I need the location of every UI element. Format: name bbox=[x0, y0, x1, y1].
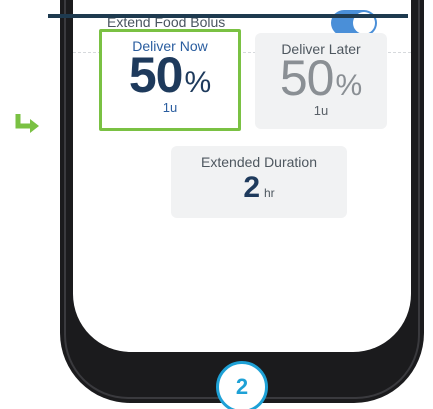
step-number-badge: 2 bbox=[216, 361, 268, 409]
deliver-later-units: 1u bbox=[313, 103, 329, 118]
step-number: 2 bbox=[235, 374, 249, 399]
deliver-now-value: 50 % bbox=[129, 50, 211, 100]
deliver-now-percent: 50 bbox=[128, 47, 184, 103]
deliver-later-card[interactable]: Deliver Later 50 % 1u bbox=[255, 33, 387, 129]
deliver-now-units: 1u bbox=[162, 100, 178, 115]
deliver-now-percent-unit: % bbox=[184, 66, 212, 99]
deliver-now-card[interactable]: Deliver Now 50 % 1u bbox=[99, 29, 241, 131]
deliver-later-percent-unit: % bbox=[335, 69, 363, 102]
phone-frame: Extend Food Bolus Deliver Now 50 % 1u De… bbox=[60, 0, 424, 403]
deliver-later-value: 50 % bbox=[280, 53, 362, 103]
deliver-later-percent: 50 bbox=[279, 50, 335, 106]
header-divider bbox=[48, 14, 408, 18]
extended-duration-title: Extended Duration bbox=[201, 154, 317, 170]
extended-duration-unit: hr bbox=[264, 186, 275, 200]
extended-duration-number: 2 bbox=[243, 171, 260, 204]
tutorial-stage: Extend Food Bolus Deliver Now 50 % 1u De… bbox=[0, 0, 433, 409]
extended-duration-value: 2 hr bbox=[243, 173, 274, 203]
extended-duration-card[interactable]: Extended Duration 2 hr bbox=[171, 146, 347, 218]
phone-screen: Extend Food Bolus Deliver Now 50 % 1u De… bbox=[73, 0, 411, 352]
return-arrow-icon bbox=[15, 114, 39, 133]
